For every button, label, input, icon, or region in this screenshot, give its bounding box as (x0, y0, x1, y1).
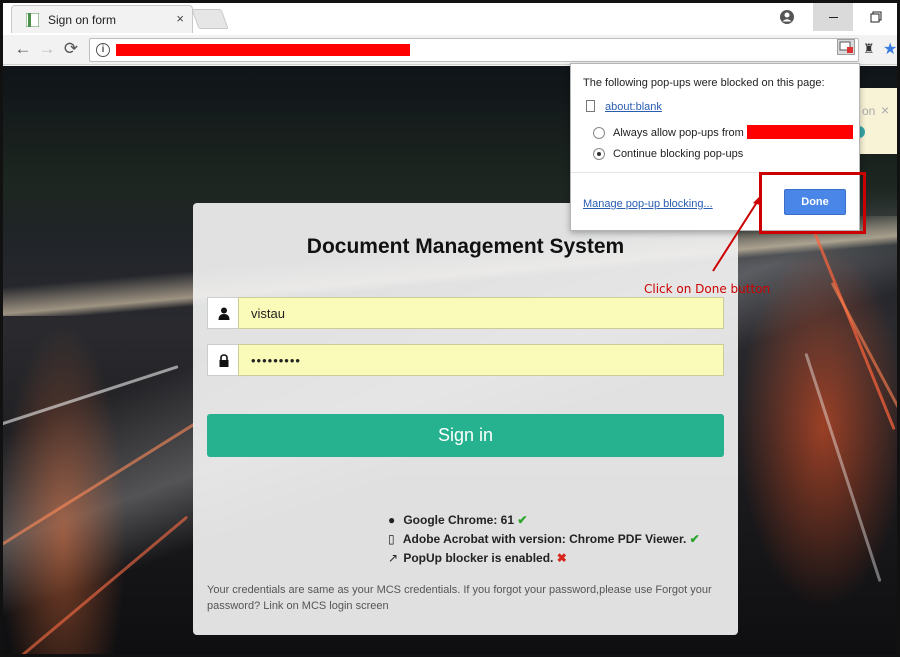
partial-notification-close-icon[interactable]: × (881, 102, 889, 118)
lock-icon (219, 354, 229, 367)
light-streak (3, 365, 179, 430)
annotation-text: Click on Done button (644, 282, 771, 296)
login-card: Document Management System vistau ••••••… (193, 203, 738, 635)
password-input[interactable]: ••••••••• (238, 344, 724, 376)
cross-icon: ✖ (556, 551, 567, 565)
reload-button[interactable]: ⟳ (61, 39, 81, 59)
partial-notification-text: on (862, 104, 876, 118)
done-button[interactable]: Done (784, 189, 846, 215)
continue-blocking-radio[interactable] (593, 148, 605, 160)
always-allow-label[interactable]: Always allow pop-ups from (613, 127, 744, 139)
username-group: vistau (207, 297, 724, 329)
back-button[interactable]: ← (13, 39, 33, 59)
username-addon (207, 297, 239, 329)
tab-strip: Sign on form × (3, 3, 897, 35)
globe-icon: ● (388, 513, 396, 527)
bookmark-star-icon[interactable]: ★ (883, 39, 897, 59)
minimize-icon (829, 17, 838, 18)
status-acrobat: ▯ Adobe Acrobat with version: Chrome PDF… (388, 532, 700, 546)
tab-close-icon[interactable]: × (176, 11, 184, 26)
pdf-file-icon: ▯ (388, 532, 395, 546)
status-acrobat-text: Adobe Acrobat with version: Chrome PDF V… (402, 532, 687, 546)
check-icon: ✔ (689, 532, 700, 546)
status-chrome: ● Google Chrome: 61 ✔ (388, 513, 527, 527)
light-streak (804, 352, 882, 583)
browser-toolbar: ← → ⟳ i ♜ ★ (3, 35, 897, 65)
popup-bubble-header: The following pop-ups were blocked on th… (583, 77, 825, 89)
blocked-popup-link[interactable]: about:blank (605, 101, 662, 113)
new-tab-button[interactable] (191, 9, 229, 29)
check-icon: ✔ (517, 513, 528, 527)
minimize-button[interactable] (813, 3, 853, 31)
document-icon (586, 100, 595, 112)
page-title: Document Management System (306, 235, 625, 258)
sign-in-button[interactable]: Sign in (207, 414, 724, 457)
popup-window-icon (839, 41, 853, 53)
credentials-note: Your credentials are same as your MCS cr… (207, 584, 712, 612)
forward-button[interactable]: → (37, 39, 57, 59)
username-input[interactable]: vistau (238, 297, 724, 329)
light-streak (830, 282, 897, 513)
redacted-url (116, 44, 410, 56)
extension-icon[interactable]: ♜ (863, 41, 875, 57)
partial-notification-bar: on × (859, 88, 897, 154)
manage-popup-blocking-link[interactable]: Manage pop-up blocking... (583, 198, 713, 210)
status-popup: ↗ PopUp blocker is enabled. ✖ (388, 551, 567, 565)
password-group: ••••••••• (207, 344, 724, 376)
site-info-icon[interactable]: i (96, 43, 110, 57)
password-addon (207, 344, 239, 376)
tab-title: Sign on form (48, 13, 117, 27)
light-streak (17, 515, 189, 654)
page-favicon-icon (26, 13, 39, 27)
status-chrome-text: Google Chrome: 61 (403, 513, 515, 527)
always-allow-radio[interactable] (593, 127, 605, 139)
continue-blocking-label[interactable]: Continue blocking pop-ups (613, 148, 743, 160)
profile-icon[interactable] (779, 9, 795, 25)
status-popup-text: PopUp blocker is enabled. (403, 551, 554, 565)
external-link-icon: ↗ (388, 551, 399, 565)
popup-blocked-icon[interactable] (837, 39, 855, 55)
user-icon (218, 307, 230, 320)
screenshot-frame: Sign on form × ← → ⟳ i ♜ ★ on × Document… (0, 0, 900, 657)
restore-button[interactable] (855, 3, 895, 31)
tab-sign-on-form[interactable]: Sign on form × (11, 5, 193, 33)
redacted-site (747, 125, 853, 139)
address-bar[interactable]: i (89, 38, 859, 62)
